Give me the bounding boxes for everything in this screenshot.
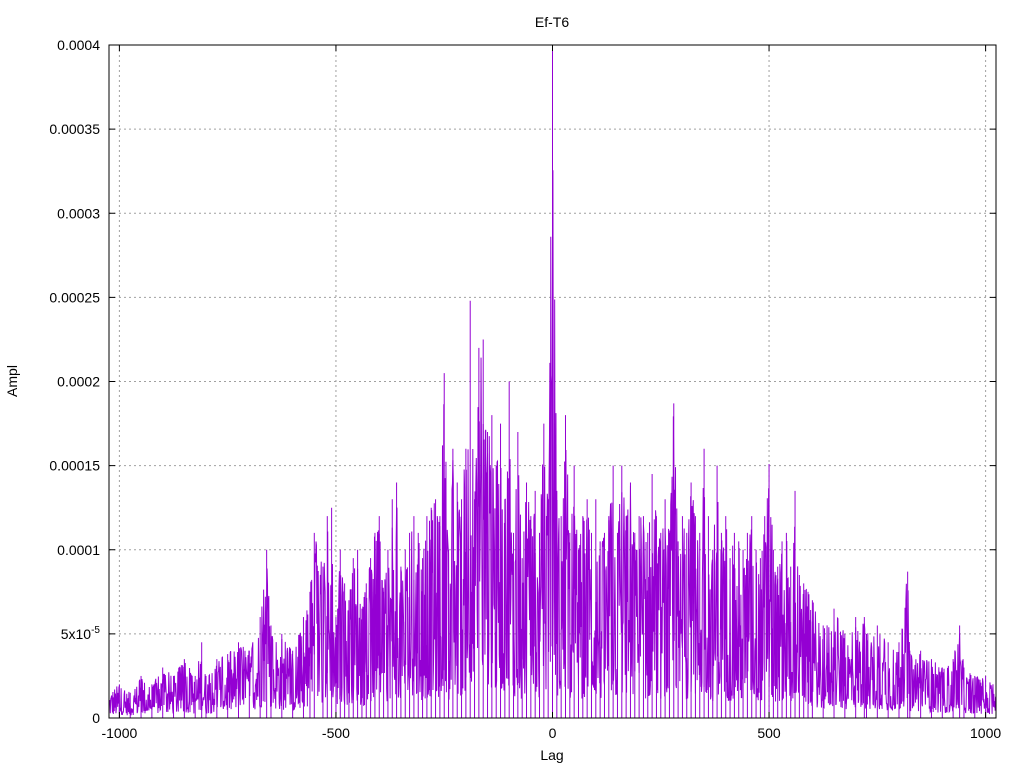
x-tick-label: 1000 — [970, 725, 1001, 741]
chart-title: Ef-T6 — [535, 14, 569, 30]
x-tick-label: 500 — [757, 725, 781, 741]
x-axis-label: Lag — [540, 747, 563, 763]
y-tick-label: 0.00035 — [49, 121, 100, 137]
y-tick-label: 0.0003 — [57, 205, 100, 221]
y-tick-label: 5x10-5 — [61, 625, 101, 642]
y-tick-label: 0.00015 — [49, 458, 100, 474]
y-tick-label: 0 — [92, 710, 100, 726]
chart-container: 0 5x10-5 0.0001 0.00015 0.0002 0.00025 0.0003 0… — [0, 0, 1024, 768]
y-tick-label: 0.0001 — [57, 542, 100, 558]
y-tick-label: 0.0004 — [57, 37, 100, 53]
x-tick-label: -1000 — [101, 725, 137, 741]
x-tick-label: -500 — [322, 725, 350, 741]
y-tick-label: 0.0002 — [57, 374, 100, 390]
x-tick-label: 0 — [549, 725, 557, 741]
y-tick-label: 0.00025 — [49, 289, 100, 305]
data-layer — [108, 45, 997, 718]
y-axis-label: Ampl — [4, 365, 20, 397]
chart-svg: 0 5x10-5 0.0001 0.00015 0.0002 0.00025 0.0003 0… — [4, 14, 1001, 763]
